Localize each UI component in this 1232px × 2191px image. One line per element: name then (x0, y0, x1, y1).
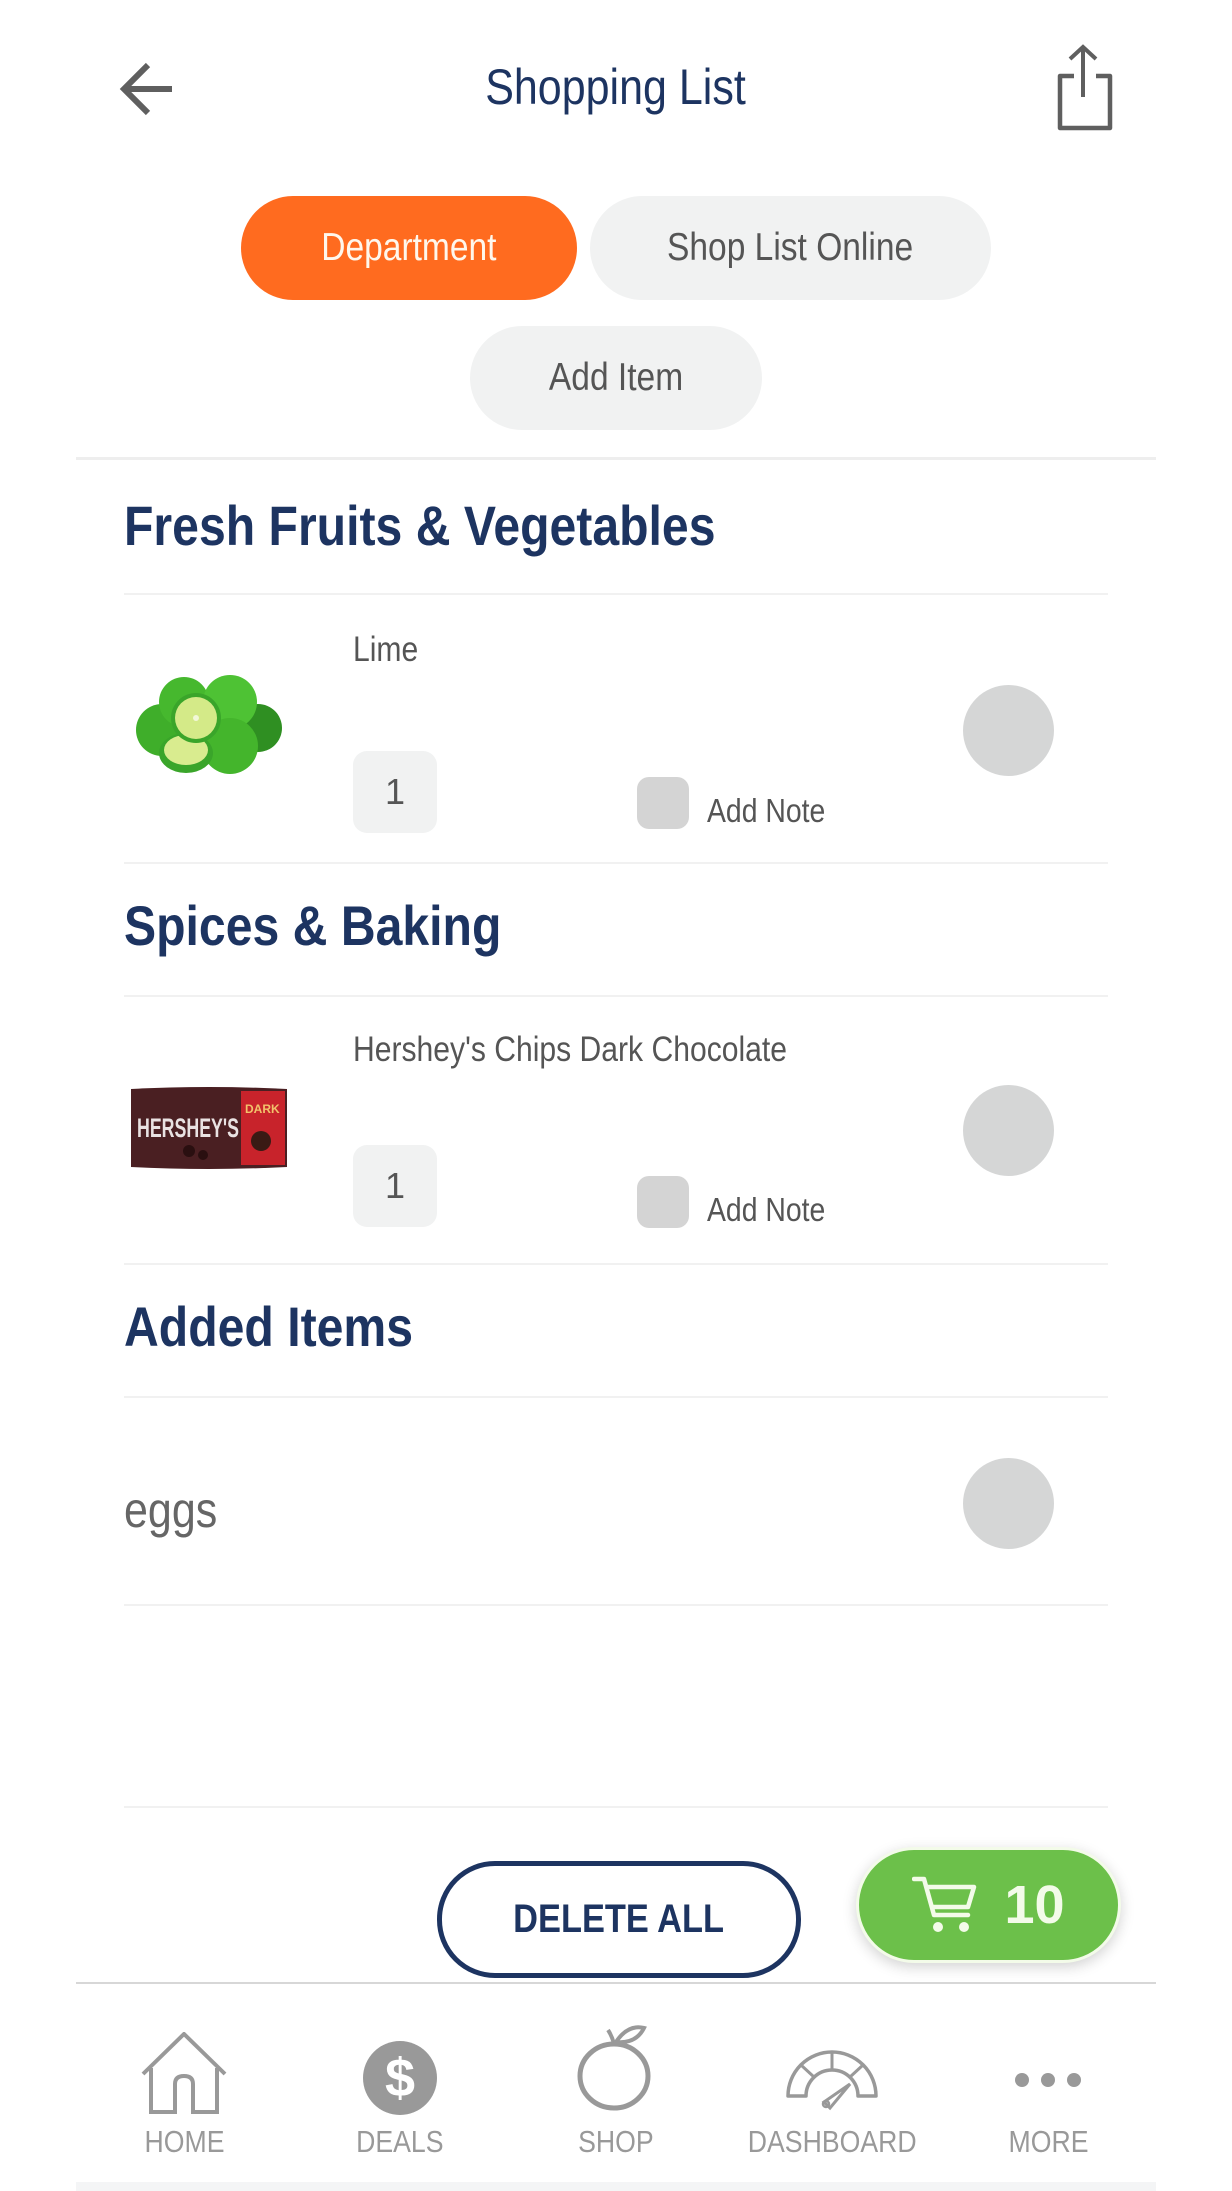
share-icon (1057, 44, 1113, 131)
gauge-icon (786, 2050, 878, 2111)
nav-label: MORE (948, 2124, 1148, 2160)
item-check-circle[interactable] (963, 1085, 1054, 1176)
apple-icon (577, 2025, 651, 2111)
department-tab[interactable]: Department (241, 196, 577, 300)
hersheys-chips-image: DARK HERSHEY'S (131, 1087, 287, 1169)
lime-image (136, 675, 282, 774)
hersheys-brand-text: HERSHEY'S (137, 1113, 239, 1143)
item-name[interactable]: eggs (124, 1480, 232, 1540)
nav-label-text: DEALS (356, 2124, 444, 2159)
item-name-text: Lime (353, 630, 419, 669)
nav-label-text: SHOP (578, 2124, 654, 2159)
item-divider (124, 862, 1108, 864)
nav-dashboard[interactable]: DASHBOARD (732, 2020, 932, 2170)
dollar-icon: $ (363, 2041, 437, 2115)
item-check-circle[interactable] (963, 1458, 1054, 1549)
section-divider (124, 1396, 1108, 1398)
nav-home[interactable]: HOME (84, 2020, 284, 2170)
shop-list-online-label: Shop List Online (667, 226, 914, 269)
nav-label-text: MORE (1008, 2124, 1088, 2159)
home-icon (141, 2032, 227, 2114)
hersheys-badge-text: DARK (245, 1102, 280, 1116)
section-title-text: Fresh Fruits & Vegetables (124, 494, 716, 557)
add-note-text: Add Note (707, 1191, 826, 1228)
nav-label: HOME (84, 2124, 284, 2160)
nav-label: SHOP (516, 2124, 716, 2160)
item-divider (124, 1604, 1108, 1606)
header-divider (76, 457, 1156, 460)
nav-more[interactable]: MORE (948, 2020, 1148, 2170)
quantity-value: 1 (384, 1165, 406, 1206)
cart-button[interactable]: 10 (856, 1847, 1121, 1963)
department-tab-label: Department (321, 226, 497, 269)
quantity-value: 1 (384, 771, 406, 812)
item-divider (124, 1263, 1108, 1265)
add-item-label: Add Item (548, 356, 684, 399)
section-title-added-items: Added Items (124, 1292, 460, 1362)
nav-shop[interactable]: SHOP (516, 2020, 716, 2170)
item-check-circle[interactable] (963, 685, 1054, 776)
section-title-fresh-fruits: Fresh Fruits & Vegetables (124, 491, 812, 561)
page-title-text: Shopping List (485, 59, 747, 115)
item-name-text: Hershey's Chips Dark Chocolate (353, 1030, 788, 1069)
list-end-divider (124, 1806, 1108, 1808)
cart-icon (912, 1876, 977, 1932)
add-note-label[interactable]: Add Note (707, 791, 845, 831)
item-name-text: eggs (124, 1482, 218, 1538)
shop-list-online-button[interactable]: Shop List Online (590, 196, 991, 300)
section-divider (124, 593, 1108, 595)
add-note-label[interactable]: Add Note (707, 1190, 845, 1230)
bottom-strip (76, 2182, 1156, 2191)
add-item-button[interactable]: Add Item (470, 326, 762, 430)
quantity-input[interactable]: 1 (353, 1145, 437, 1227)
delete-all-label: DELETE ALL (513, 1897, 725, 1941)
section-title-text: Spices & Baking (124, 894, 502, 957)
nav-deals[interactable]: $ DEALS (300, 2020, 500, 2170)
section-divider (124, 995, 1108, 997)
cart-count: 10 (1004, 1875, 1065, 1935)
add-note-checkbox[interactable] (637, 777, 689, 829)
add-note-text: Add Note (707, 792, 826, 829)
quantity-input[interactable]: 1 (353, 751, 437, 833)
more-icon (1015, 2073, 1081, 2087)
item-name[interactable]: Hershey's Chips Dark Chocolate (353, 1028, 858, 1072)
item-name[interactable]: Lime (353, 628, 429, 672)
bottom-nav-divider (76, 1982, 1156, 1984)
section-title-spices-baking: Spices & Baking (124, 891, 563, 961)
nav-label: DASHBOARD (732, 2124, 932, 2160)
nav-label: DEALS (300, 2124, 500, 2160)
nav-label-text: HOME (144, 2124, 224, 2159)
nav-label-text: DASHBOARD (747, 2124, 917, 2159)
add-note-checkbox[interactable] (637, 1176, 689, 1228)
share-button[interactable] (1048, 44, 1120, 134)
section-title-text: Added Items (124, 1295, 414, 1358)
delete-all-button[interactable]: DELETE ALL (437, 1861, 801, 1978)
svg-text:$: $ (385, 2048, 415, 2108)
